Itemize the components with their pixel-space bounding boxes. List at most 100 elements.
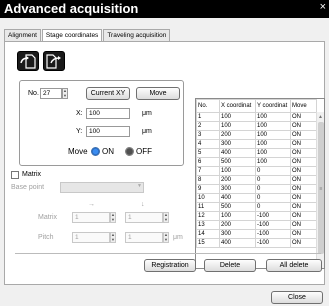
table-row[interactable]: 7 100 0 ON [196,166,317,176]
coordinates-table[interactable]: No. X coordinat Y coordinat Move 1 100 100… [195,98,325,269]
table-row[interactable]: 6 500 100 ON [196,157,317,167]
save-icon [46,54,61,69]
cell-y-coordinate: -100 [255,229,291,239]
matrix-y-input[interactable]: 1 [125,212,163,223]
matrix-y-spinner[interactable]: ▲ ▼ [163,212,169,223]
stage-coordinates-panel: No. 27 ▲ ▼ Current XY Move X: 100 μm Y: … [4,41,325,285]
column-header-x[interactable]: X coordinat [219,99,256,113]
save-coordinates-button[interactable] [43,51,65,71]
table-row[interactable]: 14 300 -100 ON [196,229,317,239]
pitch-y-spinner[interactable]: ▲ ▼ [163,232,169,243]
pitch-x-input[interactable]: 1 [72,232,110,243]
cell-no: 11 [196,202,220,212]
cell-y-coordinate: 100 [255,139,291,149]
tab-traveling-acquisition[interactable]: Traveling acquisition [103,29,171,41]
column-header-move[interactable]: Move [290,99,317,113]
table-row[interactable]: 3 200 100 ON [196,130,317,140]
matrix-x-input[interactable]: 1 [72,212,110,223]
cell-x-coordinate: 100 [219,166,256,176]
cell-x-coordinate: 300 [219,229,256,239]
matrix-checkbox[interactable] [11,171,19,179]
matrix-y-arrow: ↓ [141,201,145,208]
cell-x-coordinate: 200 [219,130,256,140]
cell-y-coordinate: 100 [255,121,291,131]
no-input[interactable]: 27 [40,88,62,99]
cell-move: ON [290,238,317,248]
load-coordinates-button[interactable] [17,51,39,71]
table-row[interactable]: 9 300 0 ON [196,184,317,194]
position-group: No. 27 ▲ ▼ Current XY Move X: 100 μm Y: … [19,80,184,166]
table-row[interactable]: 10 400 0 ON [196,193,317,203]
no-label: No. [28,90,39,97]
pitch-x-spinner[interactable]: ▲ ▼ [110,232,116,243]
x-label: X: [76,110,83,117]
cell-x-coordinate: 100 [219,211,256,221]
cell-x-coordinate: 300 [219,139,256,149]
cell-move: ON [290,175,317,185]
chevron-down-icon: ▼ [137,183,142,189]
scrollbar-grip-icon: ≡ [319,186,323,192]
dialog-client: Alignment Stage coordinates Traveling ac… [0,18,329,306]
cell-move: ON [290,220,317,230]
cell-move: ON [290,166,317,176]
cell-move: ON [290,184,317,194]
table-row[interactable]: 8 200 0 ON [196,175,317,185]
table-row[interactable]: 12 100 -100 ON [196,211,317,221]
matrix-label: Matrix [38,214,58,221]
matrix-checkbox-label: Matrix [22,171,42,178]
tab-alignment[interactable]: Alignment [4,29,41,41]
table-header-row: No. X coordinat Y coordinat Move [196,99,317,113]
table-row[interactable]: 1 100 100 ON [196,112,317,122]
cell-y-coordinate: 0 [255,202,291,212]
cell-x-coordinate: 500 [219,157,256,167]
move-button[interactable]: Move [136,87,180,100]
cell-y-coordinate: 100 [255,130,291,140]
current-xy-button[interactable]: Current XY [86,87,130,100]
column-header-y[interactable]: Y coordinat [255,99,291,113]
table-row[interactable]: 11 500 0 ON [196,202,317,212]
cell-move: ON [290,148,317,158]
table-row[interactable]: 15 400 -100 ON [196,238,317,248]
spin-down-icon: ▼ [63,93,67,98]
spin-down-icon: ▼ [111,237,115,242]
window-title: Advanced acquisition [4,1,139,16]
registration-button[interactable]: Registration [144,259,196,272]
close-icon[interactable]: × [320,1,326,13]
table-row[interactable]: 2 100 100 ON [196,121,317,131]
pitch-label: Pitch [38,234,54,241]
cell-x-coordinate: 300 [219,184,256,194]
table-row[interactable]: 4 300 100 ON [196,139,317,149]
spin-down-icon: ▼ [164,237,168,242]
y-coordinate-input[interactable]: 100 [86,126,130,137]
cell-no: 10 [196,193,220,203]
x-coordinate-input[interactable]: 100 [86,108,130,119]
cell-no: 12 [196,211,220,221]
cell-no: 3 [196,130,220,140]
table-row[interactable]: 5 400 100 ON [196,148,317,158]
cell-x-coordinate: 100 [219,121,256,131]
cell-no: 13 [196,220,220,230]
all-delete-button[interactable]: All delete [266,259,322,272]
matrix-x-spinner[interactable]: ▲ ▼ [110,212,116,223]
table-body: 1 100 100 ON 2 100 100 ON 3 200 100 ON 4 300 100 ON 5 400… [196,112,317,248]
cell-y-coordinate: 0 [255,166,291,176]
delete-button[interactable]: Delete [204,259,256,272]
table-scrollbar[interactable]: ▲ ≡ ▼ [316,112,324,268]
cell-move: ON [290,130,317,140]
cell-y-coordinate: 0 [255,184,291,194]
base-point-select[interactable]: ▼ [60,182,144,193]
move-off-radio[interactable] [125,147,134,156]
cell-y-coordinate: 0 [255,175,291,185]
no-spinner[interactable]: ▲ ▼ [62,88,68,99]
cell-no: 14 [196,229,220,239]
cell-no: 1 [196,112,220,122]
cell-y-coordinate: 100 [255,148,291,158]
scroll-up-icon[interactable]: ▲ [318,114,323,120]
matrix-x-arrow: → [88,201,95,208]
cell-move: ON [290,139,317,149]
table-row[interactable]: 13 200 -100 ON [196,220,317,230]
column-header-no[interactable]: No. [196,99,220,113]
move-on-radio[interactable] [91,147,100,156]
pitch-y-input[interactable]: 1 [125,232,163,243]
close-button[interactable]: Close [271,291,323,304]
